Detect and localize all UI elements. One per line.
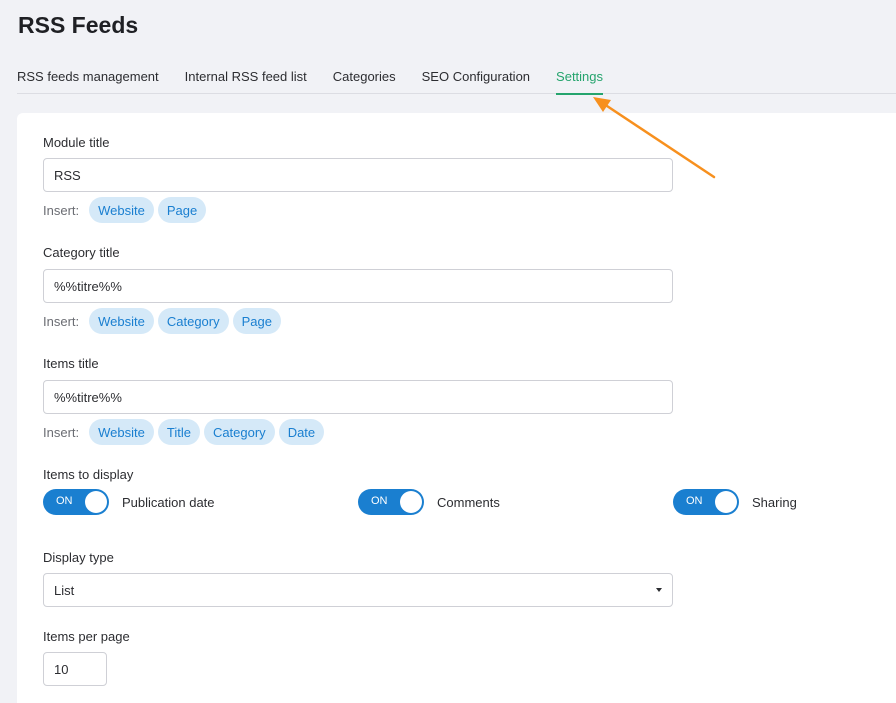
- annotation-arrow-icon: [593, 97, 716, 179]
